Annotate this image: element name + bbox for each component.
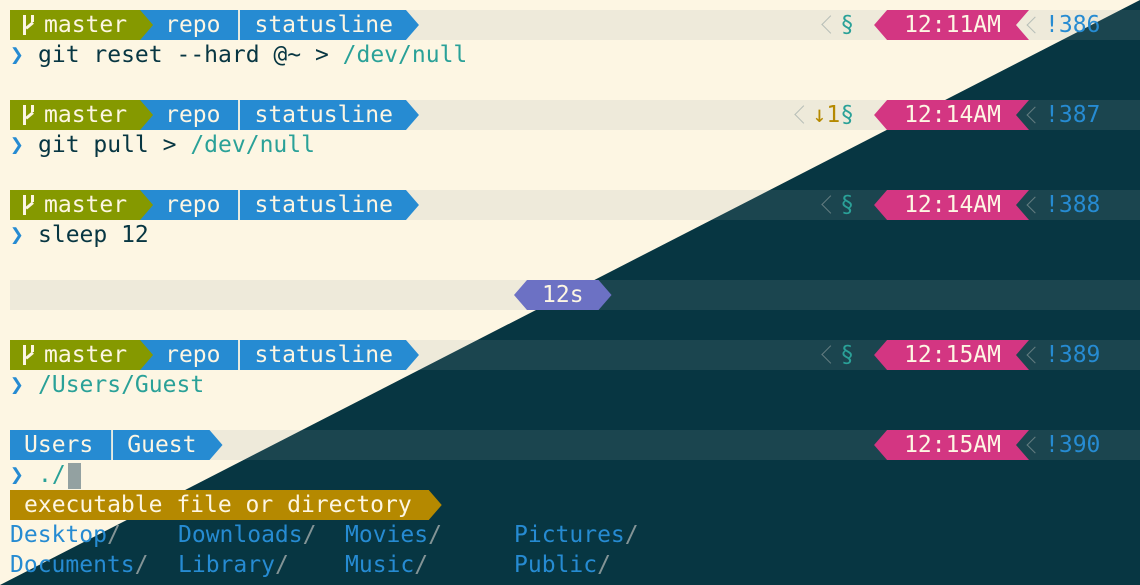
command-text: sleep 12 <box>38 222 149 248</box>
command-line: ❯ git reset --hard @~ > /dev/null <box>10 40 467 70</box>
command-line: ❯ /Users/Guest <box>10 370 204 400</box>
completion-item[interactable]: Public/ <box>514 550 611 580</box>
completion-item[interactable]: Downloads/ <box>178 520 345 550</box>
command-line: ❯ git pull > /dev/null <box>10 130 315 160</box>
path-segment: repo <box>140 190 239 220</box>
git-branch-icon <box>20 100 38 130</box>
prompt-chevron-icon: ❯ <box>10 42 24 68</box>
path-segment: statusline <box>238 100 418 130</box>
completion-item[interactable]: Library/ <box>178 550 345 580</box>
command-text: git pull > <box>38 132 191 158</box>
git-branch-icon <box>20 340 38 370</box>
path-segment: Users <box>10 430 112 460</box>
path-segment: statusline <box>238 190 418 220</box>
prompt-chevron-icon: ❯ <box>10 132 24 158</box>
path-segment: statusline <box>238 10 418 40</box>
text-cursor <box>67 462 81 489</box>
statusline: master repo statusline ↓1§ 12:14AM !387 <box>10 100 1140 130</box>
path-segment: statusline <box>238 340 418 370</box>
history-number: !386 <box>1029 10 1140 40</box>
command-text: git reset --hard @~ > <box>38 42 343 68</box>
behind-count: ↓1 <box>812 102 841 128</box>
command-path: /dev/null <box>342 42 468 68</box>
completion-hint: executable file or directory <box>10 490 442 520</box>
prompt-chevron-icon: ❯ <box>10 222 24 248</box>
history-number: !390 <box>1029 430 1140 460</box>
command-line: ❯ sleep 12 <box>10 220 149 250</box>
time-segment: 12:15AM <box>874 430 1029 460</box>
command-path: /dev/null <box>190 132 315 158</box>
git-status: § <box>830 340 864 370</box>
git-branch-segment: master <box>10 190 153 220</box>
completion-row: Desktop/ Downloads/ Movies/ Pictures/ <box>10 520 639 550</box>
statusline: master repo statusline § 12:14AM !388 <box>10 190 1140 220</box>
command-duration: 12s <box>514 280 612 310</box>
history-number: !387 <box>1029 100 1140 130</box>
completion-item[interactable]: Music/ <box>345 550 514 580</box>
time-segment: 12:15AM <box>874 340 1029 370</box>
path-segment: Guest <box>111 430 222 460</box>
time-segment: 12:14AM <box>874 100 1029 130</box>
history-number: !389 <box>1029 340 1140 370</box>
command-input[interactable]: ./ <box>38 462 66 488</box>
time-segment: 12:14AM <box>874 190 1029 220</box>
git-branch-segment: master <box>10 340 153 370</box>
git-branch-icon <box>20 190 38 220</box>
completion-item[interactable]: Desktop/ <box>10 520 178 550</box>
prompt-chevron-icon: ❯ <box>10 372 24 398</box>
statusline: master repo statusline § 12:11AM !386 <box>10 10 1140 40</box>
path-segment: repo <box>140 100 239 130</box>
git-branch-icon <box>20 10 38 40</box>
prompt-chevron-icon: ❯ <box>10 462 24 488</box>
git-status: § <box>830 10 864 40</box>
statusline: Users Guest 12:15AM !390 <box>10 430 1140 460</box>
path-segment: repo <box>140 10 239 40</box>
git-status: § <box>830 190 864 220</box>
completion-item[interactable]: Movies/ <box>345 520 514 550</box>
completion-list: Desktop/ Downloads/ Movies/ Pictures/ Do… <box>10 520 639 580</box>
completion-item[interactable]: Documents/ <box>10 550 178 580</box>
command-path: /Users/Guest <box>38 372 205 398</box>
history-number: !388 <box>1029 190 1140 220</box>
statusline: master repo statusline § 12:15AM !389 <box>10 340 1140 370</box>
path-segment: repo <box>140 340 239 370</box>
command-line[interactable]: ❯ ./ <box>10 460 81 490</box>
completion-item[interactable]: Pictures/ <box>514 520 639 550</box>
completion-row: Documents/ Library/ Music/ Public/ <box>10 550 639 580</box>
git-branch-segment: master <box>10 100 153 130</box>
time-segment: 12:11AM <box>874 10 1029 40</box>
git-status: ↓1§ <box>803 100 865 130</box>
git-branch-segment: master <box>10 10 153 40</box>
